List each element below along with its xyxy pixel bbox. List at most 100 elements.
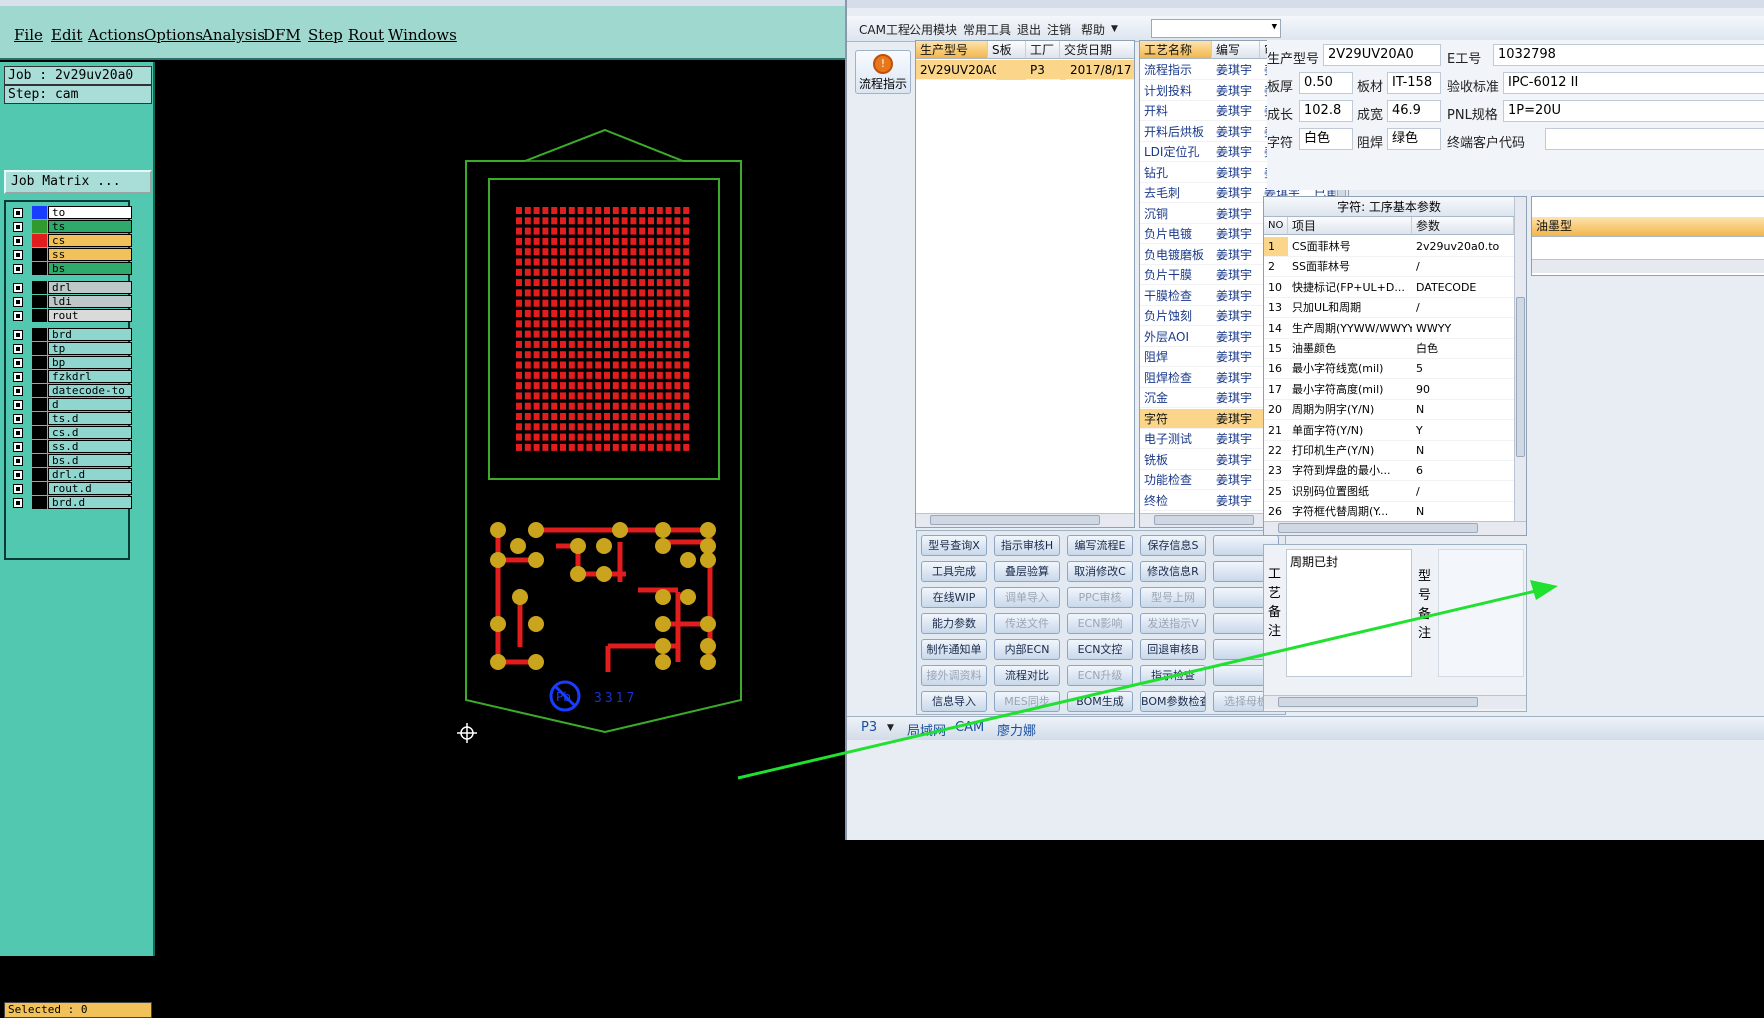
layer-name[interactable]: rout [48, 309, 132, 322]
param-row[interactable]: 10 快捷标记(FP+UL+D... DATECODE [1264, 278, 1514, 298]
menu-analysis[interactable]: Analysis [202, 26, 265, 44]
action-button[interactable]: 传送文件 [994, 613, 1060, 634]
layer-row-bp[interactable]: bp [10, 356, 132, 369]
layer-name[interactable]: brd.d [48, 496, 132, 509]
param-header-no[interactable]: NO [1264, 217, 1288, 235]
layer-color-swatch[interactable] [32, 454, 47, 467]
layer-name[interactable]: drl.d [48, 468, 132, 481]
action-button[interactable]: 工具完成 [921, 561, 987, 582]
layer-color-swatch[interactable] [32, 440, 47, 453]
toolbar-cam[interactable]: CAM工程 [859, 21, 910, 38]
layer-color-swatch[interactable] [32, 398, 47, 411]
layer-row-brd-d[interactable]: brd.d [10, 496, 132, 509]
layer-color-swatch[interactable] [32, 342, 47, 355]
action-button[interactable]: 发送指示V [1140, 613, 1206, 634]
layer-row-brd[interactable]: brd [10, 328, 132, 341]
layer-name[interactable]: rout.d [48, 482, 132, 495]
layer-name[interactable]: ss.d [48, 440, 132, 453]
process-header-writer[interactable]: 编写 [1212, 41, 1260, 59]
menu-step[interactable]: Step [308, 26, 343, 44]
layer-checkbox[interactable] [13, 236, 23, 246]
layer-name[interactable]: fzkdrl [48, 370, 132, 383]
param-row[interactable]: 1 CS面菲林号 2v29uv20a0.to [1264, 237, 1514, 257]
action-button[interactable]: 修改信息R [1140, 561, 1206, 582]
action-button[interactable]: 接外调资料 [921, 665, 987, 686]
layer-color-swatch[interactable] [32, 234, 47, 247]
action-button[interactable]: ECN文控 [1067, 639, 1133, 660]
layer-checkbox[interactable] [13, 498, 23, 508]
layer-row-to[interactable]: to [10, 206, 132, 219]
action-button[interactable]: 型号查询X [921, 535, 987, 556]
action-button[interactable]: 型号上网 [1140, 587, 1206, 608]
action-button[interactable]: 取消修改C [1067, 561, 1133, 582]
action-button[interactable]: 指示检查 [1140, 665, 1206, 686]
menu-edit[interactable]: Edit [51, 26, 82, 44]
action-button[interactable]: MES同步 [994, 691, 1060, 712]
ink-grid-hscroll[interactable] [1532, 259, 1764, 273]
toolbar-logout[interactable]: 注销 [1047, 21, 1071, 38]
param-row[interactable]: 22 打印机生产(Y/N) N [1264, 441, 1514, 461]
action-button[interactable]: 保存信息S [1140, 535, 1206, 556]
action-button[interactable]: BOM生成 [1067, 691, 1133, 712]
job-matrix-button[interactable]: Job Matrix ... [4, 170, 152, 194]
char-value[interactable]: 白色 [1299, 128, 1353, 150]
layer-row-ss-d[interactable]: ss.d [10, 440, 132, 453]
remarks-hscroll[interactable] [1264, 695, 1526, 709]
layer-color-swatch[interactable] [32, 482, 47, 495]
toolbar-combo[interactable]: ▼ [1151, 19, 1281, 38]
layer-row-bs[interactable]: bs [10, 262, 132, 275]
layer-row-cs-d[interactable]: cs.d [10, 426, 132, 439]
layer-checkbox[interactable] [13, 456, 23, 466]
layer-color-swatch[interactable] [32, 384, 47, 397]
layer-checkbox[interactable] [13, 250, 23, 260]
process-remark-text[interactable]: 周期已封 [1286, 549, 1412, 677]
model-remark-text[interactable] [1438, 549, 1524, 677]
layer-checkbox[interactable] [13, 330, 23, 340]
param-row[interactable]: 26 字符框代替周期(Y... N [1264, 502, 1514, 523]
layer-row-tp[interactable]: tp [10, 342, 132, 355]
param-grid-hscroll[interactable] [1264, 521, 1526, 535]
layer-color-swatch[interactable] [32, 281, 47, 294]
layer-name[interactable]: to [48, 206, 132, 219]
flow-indicator-button[interactable]: ! 流程指示 [855, 50, 911, 94]
e-number-value[interactable]: 1032798 [1493, 44, 1764, 66]
help-dropdown-icon[interactable]: ▼ [1111, 24, 1118, 34]
layer-name[interactable]: brd [48, 328, 132, 341]
param-row[interactable]: 15 油墨颜色 白色 [1264, 339, 1514, 359]
action-button[interactable]: BOM参数检查 [1140, 691, 1206, 712]
action-button[interactable]: ECN影响 [1067, 613, 1133, 634]
layer-row-d[interactable]: d [10, 398, 132, 411]
layer-color-swatch[interactable] [32, 412, 47, 425]
param-row[interactable]: 20 周期为阴字(Y/N) N [1264, 400, 1514, 421]
param-row[interactable]: 13 只加UL和周期 / [1264, 298, 1514, 319]
layer-name[interactable]: cs.d [48, 426, 132, 439]
action-button[interactable]: 叠层验算 [994, 561, 1060, 582]
param-row[interactable]: 16 最小字符线宽(mil) 5 [1264, 359, 1514, 380]
menu-rout[interactable]: Rout [348, 26, 384, 44]
action-button[interactable]: PPC审核 [1067, 587, 1133, 608]
layer-checkbox[interactable] [13, 414, 23, 424]
layer-checkbox[interactable] [13, 428, 23, 438]
menu-options[interactable]: Options [144, 26, 203, 44]
layer-name[interactable]: tp [48, 342, 132, 355]
layer-color-swatch[interactable] [32, 370, 47, 383]
layer-color-swatch[interactable] [32, 309, 47, 322]
layer-name[interactable]: bs.d [48, 454, 132, 467]
menu-actions[interactable]: Actions [88, 26, 144, 44]
layer-name[interactable]: ts [48, 220, 132, 233]
layer-row-ts-d[interactable]: ts.d [10, 412, 132, 425]
action-button[interactable]: 内部ECN [994, 639, 1060, 660]
status-factory-dropdown-icon[interactable]: ▼ [887, 723, 894, 733]
order-header-s-board[interactable]: S板 [988, 41, 1026, 59]
layer-checkbox[interactable] [13, 283, 23, 293]
param-row[interactable]: 21 单面字符(Y/N) Y [1264, 421, 1514, 441]
layer-checkbox[interactable] [13, 344, 23, 354]
customer-code-value[interactable] [1545, 128, 1764, 150]
layer-row-rout[interactable]: rout [10, 309, 132, 322]
param-grid-vscroll[interactable] [1514, 197, 1526, 523]
layer-row-cs[interactable]: cs [10, 234, 132, 247]
layer-color-swatch[interactable] [32, 328, 47, 341]
layer-checkbox[interactable] [13, 297, 23, 307]
standard-value[interactable]: IPC-6012 II [1503, 72, 1764, 94]
action-button[interactable]: 制作通知单 [921, 639, 987, 660]
